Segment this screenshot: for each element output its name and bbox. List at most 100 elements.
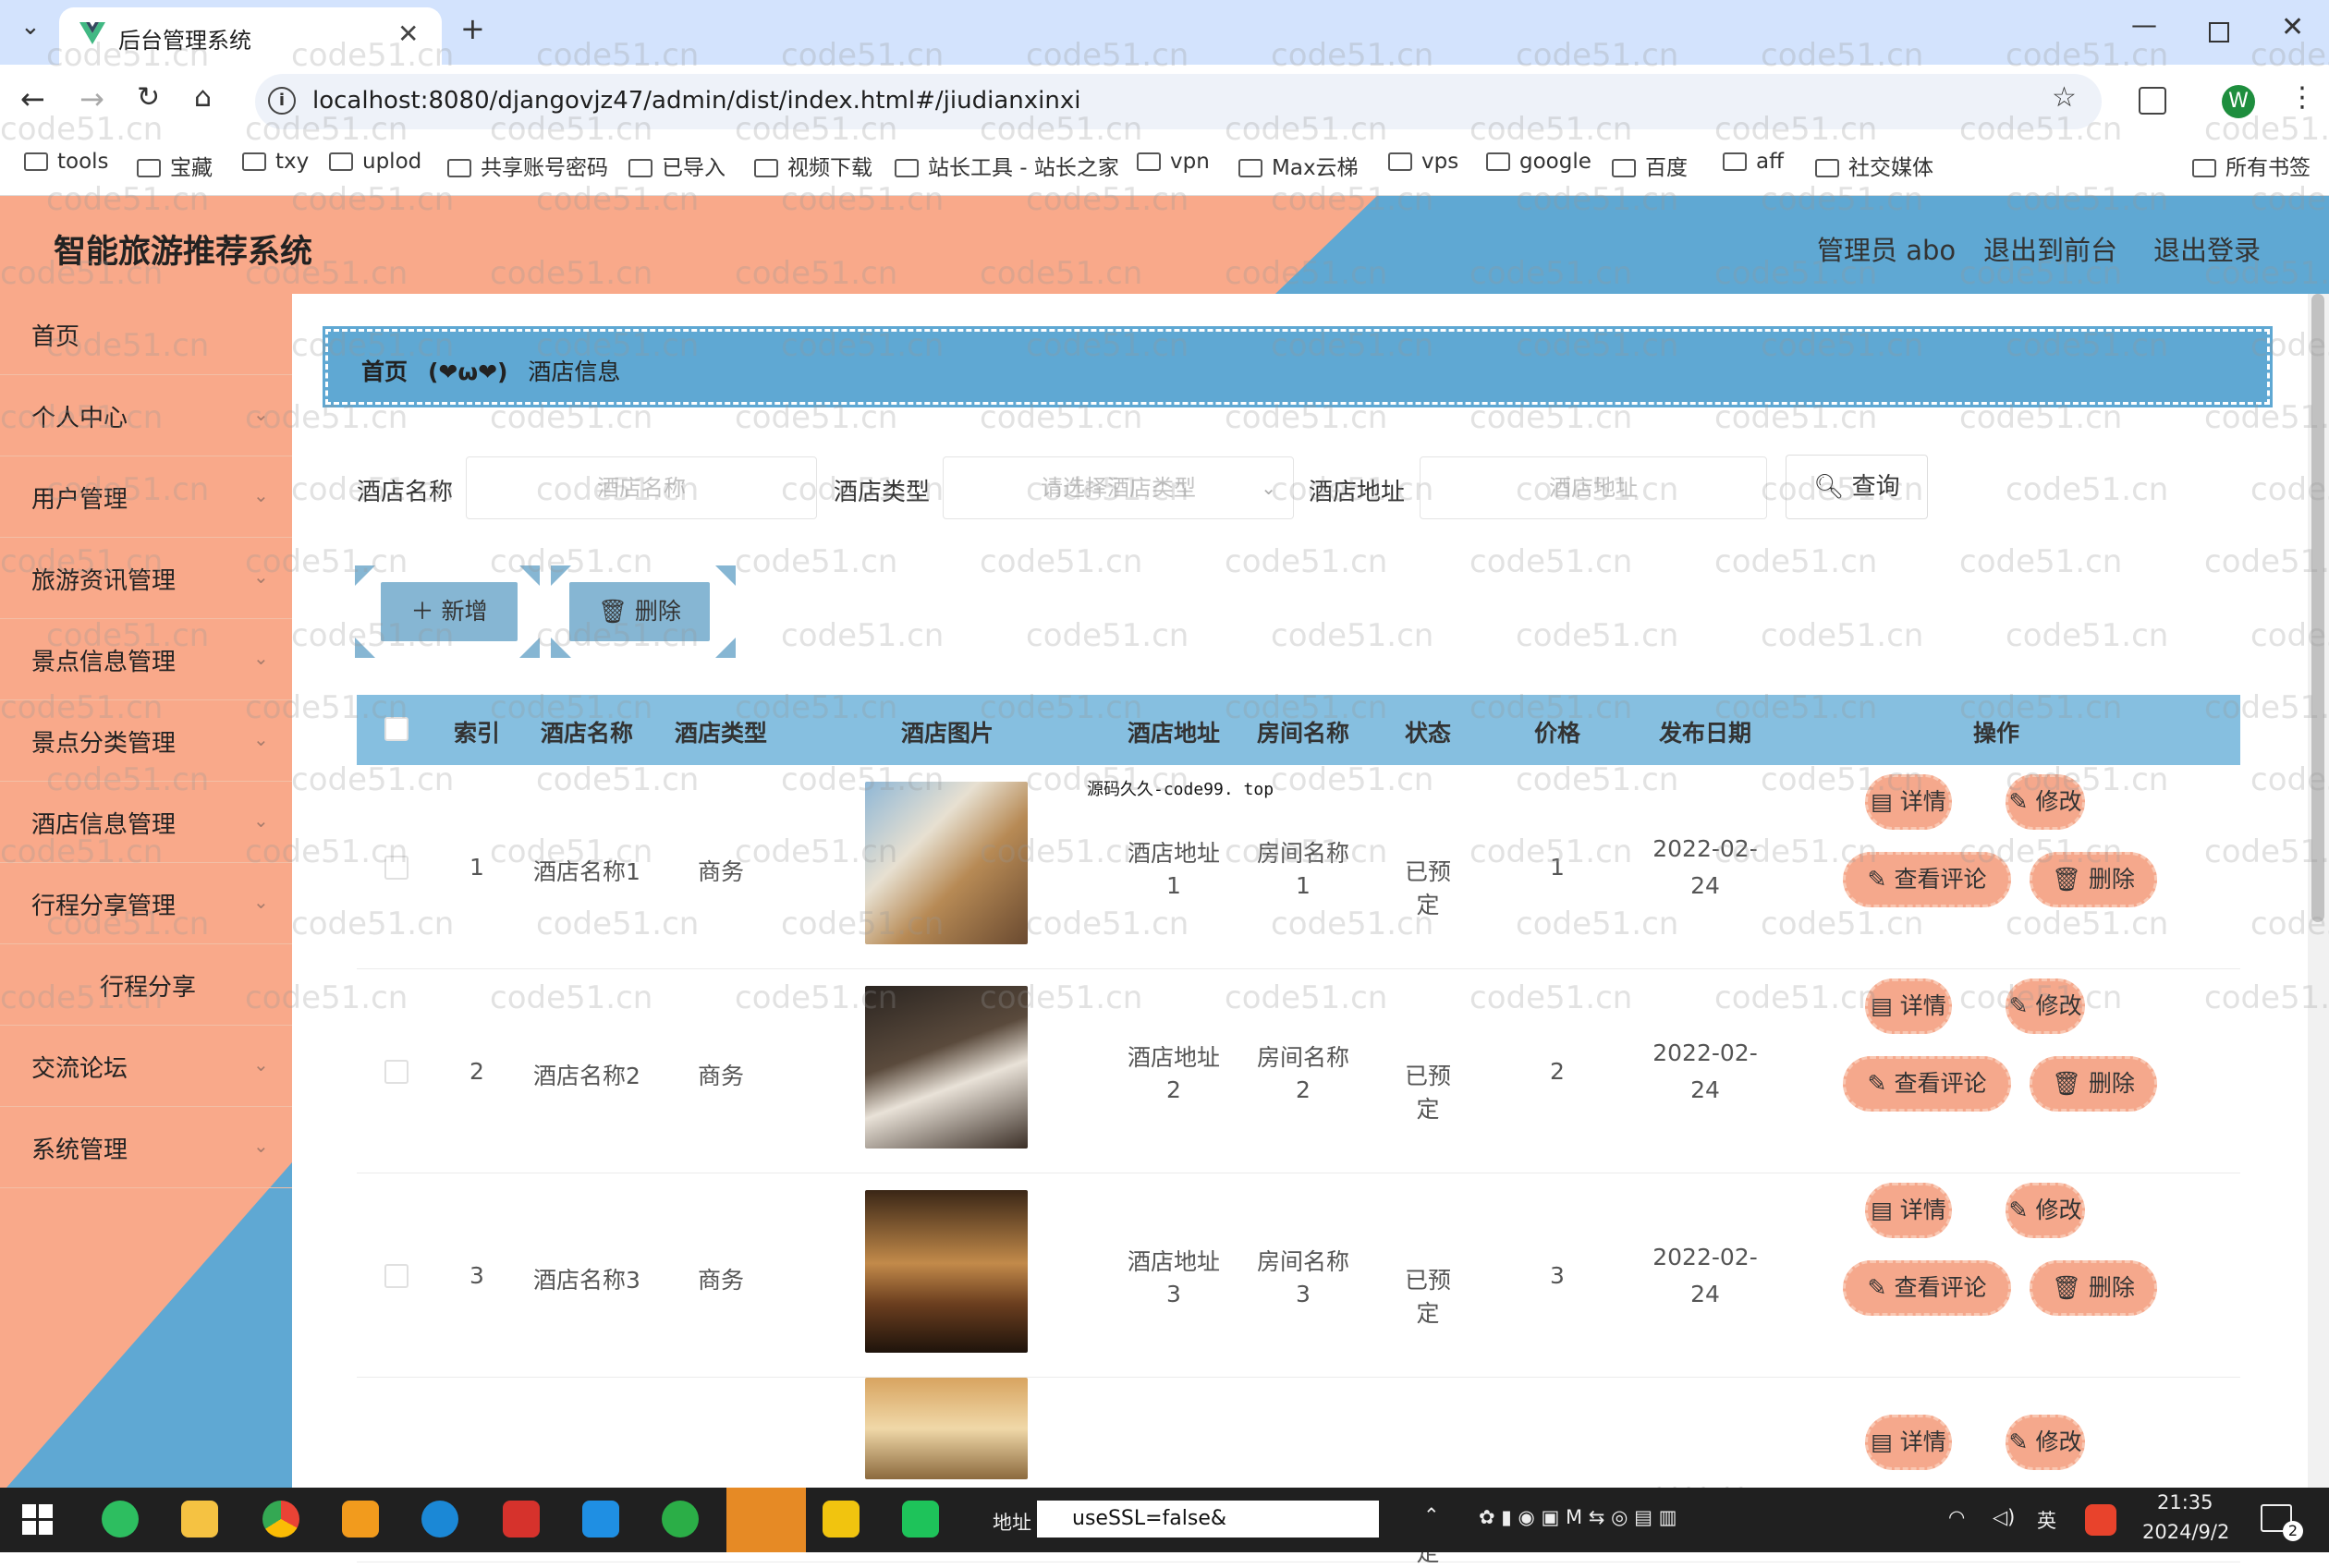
sidebar-item-a6[interactable]: 酒店信息管理 ⌄ [0, 782, 292, 863]
restore-icon[interactable] [2209, 22, 2229, 43]
bookmark-13[interactable]: aff [1723, 150, 1784, 174]
sidebar-item-b1[interactable]: 系统管理 ⌄ [0, 1107, 292, 1188]
tray-chevron-icon[interactable]: ⌃ [1423, 1504, 1440, 1526]
scrollbar[interactable] [2308, 294, 2329, 1488]
bookmark-11[interactable]: google [1486, 150, 1591, 174]
bookmark-9[interactable]: Max云梯 [1238, 150, 1359, 181]
bookmark-10[interactable]: vps [1388, 150, 1458, 174]
vue-favicon-icon [79, 22, 105, 44]
row-edit-button[interactable]: ✎ 修改 [2006, 774, 2085, 830]
bookmark-6[interactable]: 视频下载 [754, 150, 872, 181]
windows-start-icon[interactable] [22, 1504, 54, 1536]
bookmark-3[interactable]: uplod [329, 150, 421, 174]
window-close-icon[interactable]: ✕ [2281, 11, 2304, 43]
bookmark-1[interactable]: 宝藏 [137, 150, 213, 181]
all-bookmarks[interactable]: 所有书签 [2192, 150, 2311, 181]
scrollbar-thumb[interactable] [2311, 294, 2324, 922]
extensions-icon[interactable] [2139, 87, 2166, 115]
bookmark-folder-icon [628, 159, 652, 177]
chrome-icon[interactable] [262, 1501, 299, 1538]
bookmark-8[interactable]: vpn [1137, 150, 1210, 174]
sidebar-item-a0[interactable]: 首页 [0, 294, 292, 375]
query-button[interactable]: 🔍︎ 查询 [1786, 455, 1928, 519]
edit-icon: ✎ [1867, 1274, 1895, 1301]
row-comments-button[interactable]: ✎ 查看评论 [1843, 1260, 2011, 1316]
bookmark-2[interactable]: txy [242, 150, 309, 174]
pycharm-icon[interactable] [902, 1501, 939, 1538]
sidebar-item-a2[interactable]: 用户管理 ⌄ [0, 456, 292, 538]
breadcrumb-home[interactable]: 首页 [361, 359, 408, 385]
file-explorer-icon[interactable] [181, 1501, 218, 1538]
clock-time[interactable]: 21:35 [2157, 1491, 2213, 1513]
bookmark-12[interactable]: 百度 [1612, 150, 1688, 181]
home-icon[interactable]: ⌂ [194, 81, 212, 114]
wifi-icon[interactable]: ◠ [1948, 1506, 1965, 1528]
bookmark-7[interactable]: 站长工具 - 站长之家 [895, 150, 1119, 181]
profile-avatar[interactable]: W [2222, 85, 2255, 118]
row-delete-button[interactable]: 🗑︎ 删除 [2030, 852, 2157, 907]
sidebar-item-a7[interactable]: 行程分享管理 ⌄ [0, 863, 292, 944]
row-checkbox[interactable] [384, 1060, 408, 1084]
row-detail-button[interactable]: ▤ 详情 [1865, 1183, 1952, 1238]
volume-icon[interactable]: ◁) [1993, 1506, 2015, 1528]
hotel-name-input[interactable]: 酒店名称 [466, 456, 817, 519]
row-detail-button[interactable]: ▤ 详情 [1865, 978, 1952, 1034]
clock-date[interactable]: 2024/9/2 [2142, 1521, 2229, 1543]
more-menu-icon[interactable]: ⋮ [2288, 81, 2316, 114]
bookmark-label: 宝藏 [170, 156, 213, 180]
address-bar[interactable]: i localhost:8080/djangovjz47/admin/dist/… [255, 74, 2102, 129]
exit-to-front-link[interactable]: 退出到前台 [1983, 229, 2117, 268]
sidebar-subitem[interactable]: 行程分享 [0, 944, 292, 1026]
bookmark-4[interactable]: 共享账号密码 [447, 150, 608, 181]
sogou-icon[interactable] [2085, 1504, 2116, 1536]
ime-indicator[interactable]: 英 [2037, 1506, 2056, 1534]
watermark-text: code51.cn [735, 399, 898, 436]
app-360-icon[interactable] [102, 1501, 139, 1538]
row-edit-button[interactable]: ✎ 修改 [2006, 1415, 2085, 1470]
admin-user[interactable]: 管理员 abo [1817, 229, 1956, 268]
site-info-icon[interactable]: i [268, 87, 296, 115]
row-comments-button[interactable]: ✎ 查看评论 [1843, 852, 2011, 907]
bookmark-14[interactable]: 社交媒体 [1815, 150, 1933, 181]
row-detail-button[interactable]: ▤ 详情 [1865, 774, 1952, 830]
watermark-text: code51.cn [781, 617, 945, 654]
row-checkbox[interactable] [384, 1264, 408, 1288]
back-icon[interactable]: ← [20, 81, 45, 116]
sidebar-item-a5[interactable]: 景点分类管理 ⌄ [0, 700, 292, 782]
tab-list-chevron-icon[interactable]: ⌄ [20, 13, 41, 41]
app-yellow-icon[interactable] [823, 1501, 860, 1538]
todesk-icon[interactable] [582, 1501, 619, 1538]
tray-apps-icon[interactable]: ✿ ▮ ◉ ▣ Ⅿ ⇆ ◎ ▤ ▥ [1479, 1506, 1677, 1528]
row-delete-button[interactable]: 🗑︎ 删除 [2030, 1056, 2157, 1112]
wps-icon[interactable] [503, 1501, 540, 1538]
row-edit-button[interactable]: ✎ 修改 [2006, 1183, 2085, 1238]
wechat-icon[interactable] [662, 1501, 699, 1538]
taskbar-address-input[interactable]: useSSL=false& [1037, 1501, 1379, 1538]
sidebar-item-label: 酒店信息管理 [31, 811, 177, 839]
logout-link[interactable]: 退出登录 [2153, 229, 2261, 268]
sublime-icon[interactable] [342, 1501, 379, 1538]
edge-icon[interactable] [421, 1501, 458, 1538]
select-all-checkbox[interactable] [384, 717, 408, 741]
browser-tab[interactable]: 后台管理系统 ✕ [59, 7, 442, 65]
sidebar-item-a1[interactable]: 个人中心 ⌄ [0, 375, 292, 456]
row-edit-button[interactable]: ✎ 修改 [2006, 978, 2085, 1034]
row-comments-button[interactable]: ✎ 查看评论 [1843, 1056, 2011, 1112]
sidebar-item-a3[interactable]: 旅游资讯管理 ⌄ [0, 538, 292, 619]
hotel-address-input[interactable]: 酒店地址 [1420, 456, 1767, 519]
reload-icon[interactable]: ↻ [137, 81, 160, 114]
new-tab-icon[interactable]: + [460, 11, 485, 46]
bookmark-star-icon[interactable]: ☆ [2052, 81, 2077, 114]
row-detail-button[interactable]: ▤ 详情 [1865, 1415, 1952, 1470]
row-delete-button[interactable]: 🗑︎ 删除 [2030, 1260, 2157, 1316]
sidebar-item-a4[interactable]: 景点信息管理 ⌄ [0, 619, 292, 700]
forward-icon[interactable]: → [79, 81, 104, 116]
app-active-highlight[interactable] [726, 1488, 806, 1552]
row-checkbox[interactable] [384, 856, 408, 880]
bookmark-0[interactable]: tools [24, 150, 109, 174]
hotel-type-select[interactable]: 请选择酒店类型 ⌄ [943, 456, 1294, 519]
tab-close-icon[interactable]: ✕ [397, 18, 419, 49]
bookmark-5[interactable]: 已导入 [628, 150, 726, 181]
minimize-icon[interactable]: — [2131, 9, 2157, 40]
sidebar-item-b0[interactable]: 交流论坛 ⌄ [0, 1026, 292, 1107]
